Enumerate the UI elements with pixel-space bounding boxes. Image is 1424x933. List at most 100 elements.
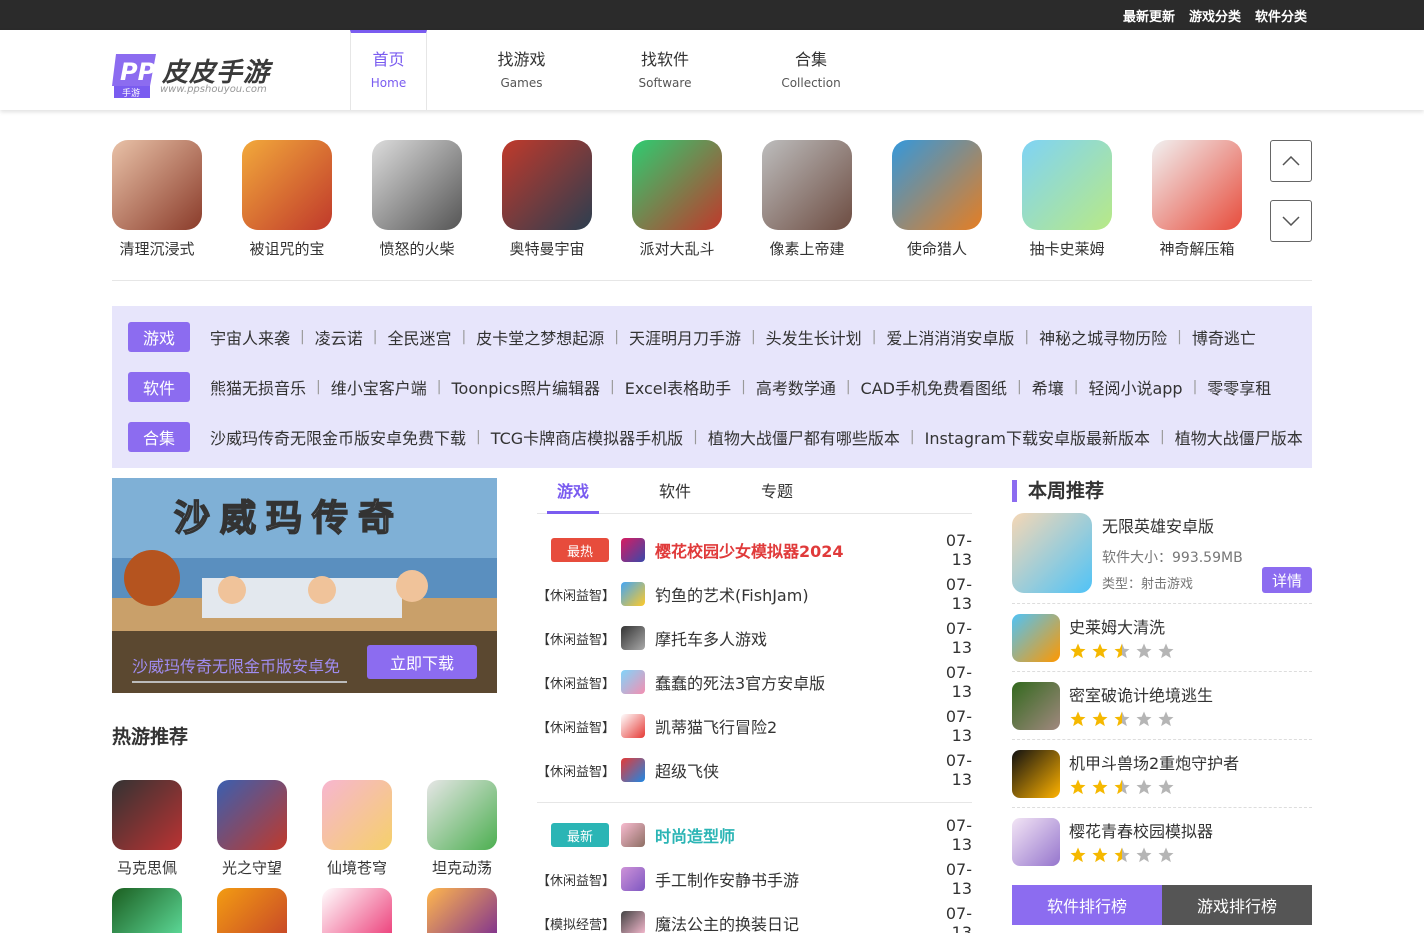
app-icon bbox=[112, 140, 202, 230]
tag-link[interactable]: 博奇逃亡 bbox=[1192, 325, 1256, 349]
tag-link[interactable]: 沙威玛传奇无限金币版安卓免费下载 bbox=[210, 425, 466, 449]
site-logo[interactable]: PP 手游 皮皮手游 www.ppshouyou.com bbox=[112, 52, 282, 100]
tag-link[interactable]: Instagram下载安卓版最新版本 bbox=[925, 425, 1150, 449]
tag-link[interactable]: 植物大战僵尸都有哪些版本 bbox=[708, 425, 900, 449]
tag-link[interactable]: 零零享租 bbox=[1207, 375, 1271, 399]
tag-link[interactable]: 维小宝客户端 bbox=[331, 375, 427, 399]
carousel-item[interactable]: 使命猎人 bbox=[892, 140, 982, 259]
nav-games-label: 找游戏 bbox=[497, 50, 546, 69]
list-item[interactable]: 【模拟经营】 魔法公主的换装日记 07-13 bbox=[537, 904, 972, 933]
hot-item[interactable] bbox=[322, 888, 392, 933]
tag-link[interactable]: 爱上消消消安卓版 bbox=[886, 325, 1014, 349]
carousel-item[interactable]: 抽卡史莱姆 bbox=[1022, 140, 1112, 259]
hot-item[interactable] bbox=[217, 888, 287, 933]
tag-link[interactable]: Excel表格助手 bbox=[625, 375, 731, 399]
carousel-item[interactable]: 派对大乱斗 bbox=[632, 140, 722, 259]
hot-item[interactable]: 马克思佩 bbox=[112, 780, 182, 878]
star-icon bbox=[1158, 847, 1174, 863]
nav-software-sub: Software bbox=[638, 76, 692, 90]
app-icon bbox=[1022, 140, 1112, 230]
tab-games[interactable]: 游戏 bbox=[546, 478, 600, 514]
list-item[interactable]: 最新 时尚造型师 07-13 bbox=[537, 816, 972, 854]
download-button[interactable]: 立即下载 bbox=[367, 645, 477, 679]
list-item[interactable]: 【休闲益智】 凯蒂猫飞行冒险2 07-13 bbox=[537, 707, 972, 745]
carousel-down-button[interactable] bbox=[1270, 200, 1312, 242]
carousel-item[interactable]: 清理沉浸式 bbox=[112, 140, 202, 259]
tag-link[interactable]: 凌云诺 bbox=[315, 325, 363, 349]
app-label: 清理沉浸式 bbox=[119, 240, 195, 258]
list-item[interactable]: 【休闲益智】 摩托车多人游戏 07-13 bbox=[537, 619, 972, 657]
tag-link[interactable]: 希壤 bbox=[1032, 375, 1064, 399]
link-game-categories[interactable]: 游戏分类 bbox=[1189, 6, 1241, 25]
app-label: 被诅咒的宝 bbox=[249, 240, 325, 258]
tag-link[interactable]: 皮卡堂之梦想起源 bbox=[476, 325, 604, 349]
detail-button[interactable]: 详情 bbox=[1262, 567, 1312, 593]
top-links: 最新更新 游戏分类 软件分类 bbox=[1123, 0, 1307, 30]
tag-link[interactable]: 植物大战僵尸版本 bbox=[1175, 425, 1303, 449]
tag-link[interactable]: TCG卡牌商店模拟器手机版 bbox=[491, 425, 683, 449]
tag-link[interactable]: 天涯明月刀手游 bbox=[629, 325, 741, 349]
tag-link[interactable]: 头发生长计划 bbox=[766, 325, 862, 349]
rec-item[interactable]: 机甲斗兽场2重炮守护者 bbox=[1012, 739, 1312, 807]
tab-software-ranking[interactable]: 软件排行榜 bbox=[1012, 885, 1162, 925]
app-icon bbox=[427, 780, 497, 850]
carousel-up-button[interactable] bbox=[1270, 140, 1312, 182]
tab-topics[interactable]: 专题 bbox=[761, 478, 793, 502]
list-item[interactable]: 【休闲益智】 蠢蠢的死法3官方安卓版 07-13 bbox=[537, 663, 972, 701]
list-item[interactable]: 最热 樱花校园少女模拟器2024 07-13 bbox=[537, 531, 972, 569]
rec-name: 樱花青春校园模拟器 bbox=[1069, 822, 1214, 841]
nav-games-sub: Games bbox=[500, 76, 543, 90]
hot-item[interactable]: 光之守望 bbox=[217, 780, 287, 878]
star-icon bbox=[1092, 847, 1108, 863]
app-icon bbox=[892, 140, 982, 230]
tag-link[interactable]: 全民迷宫 bbox=[387, 325, 451, 349]
app-icon bbox=[112, 888, 182, 933]
tag-link[interactable]: CAD手机免费看图纸 bbox=[861, 375, 1007, 399]
item-category: 【休闲益智】 bbox=[537, 720, 616, 736]
carousel-item[interactable]: 奥特曼宇宙 bbox=[502, 140, 592, 259]
rec-item[interactable]: 史莱姆大清洗 bbox=[1012, 603, 1312, 671]
tag-badge-software[interactable]: 软件 bbox=[128, 372, 190, 402]
item-date: 07-13 bbox=[945, 751, 972, 789]
tag-link[interactable]: Toonpics照片编辑器 bbox=[451, 375, 600, 399]
svg-text:手游: 手游 bbox=[122, 87, 140, 98]
tab-game-ranking[interactable]: 游戏排行榜 bbox=[1162, 885, 1312, 925]
carousel-item[interactable]: 愤怒的火柴 bbox=[372, 140, 462, 259]
promo-banner[interactable]: 沙威玛传奇 沙威玛传奇无限金币版安卓免 立即下载 bbox=[112, 478, 497, 693]
list-item[interactable]: 【休闲益智】 钓鱼的艺术(FishJam) 07-13 bbox=[537, 575, 972, 613]
star-rating bbox=[1069, 642, 1175, 660]
featured-name: 无限英雄安卓版 bbox=[1102, 517, 1215, 536]
tag-link[interactable]: 轻阅小说app bbox=[1088, 375, 1182, 399]
app-icon bbox=[1012, 513, 1092, 593]
carousel-item[interactable]: 神奇解压箱 bbox=[1152, 140, 1242, 259]
hot-item[interactable]: 坦克动荡 bbox=[427, 780, 497, 878]
tag-link[interactable]: 高考数学通 bbox=[756, 375, 836, 399]
tab-software[interactable]: 软件 bbox=[659, 478, 691, 502]
tag-badge-collections[interactable]: 合集 bbox=[128, 422, 190, 452]
list-item[interactable]: 【休闲益智】 手工制作安静书手游 07-13 bbox=[537, 860, 972, 898]
nav-software[interactable]: 找软件 Software bbox=[624, 30, 706, 110]
star-icon bbox=[1092, 711, 1108, 727]
star-icon bbox=[1092, 779, 1108, 795]
hot-item[interactable] bbox=[427, 888, 497, 933]
nav-games[interactable]: 找游戏 Games bbox=[483, 30, 560, 110]
star-icon bbox=[1158, 711, 1174, 727]
featured-app[interactable]: 无限英雄安卓版 软件大小：993.59MB 类型：射击游戏 详情 bbox=[1012, 513, 1312, 607]
banner-caption[interactable]: 沙威玛传奇无限金币版安卓免 bbox=[132, 653, 347, 677]
tag-link[interactable]: 神秘之城寻物历险 bbox=[1039, 325, 1167, 349]
nav-home[interactable]: 首页 Home bbox=[350, 30, 427, 110]
hot-item[interactable]: 仙境苍穹 bbox=[322, 780, 392, 878]
nav-collection[interactable]: 合集 Collection bbox=[770, 30, 852, 110]
rec-item[interactable]: 樱花青春校园模拟器 bbox=[1012, 807, 1312, 875]
carousel-item[interactable]: 被诅咒的宝 bbox=[242, 140, 332, 259]
link-latest[interactable]: 最新更新 bbox=[1123, 6, 1175, 25]
star-icon bbox=[1136, 643, 1152, 659]
tag-link[interactable]: 宇宙人来袭 bbox=[210, 325, 290, 349]
hot-item[interactable] bbox=[112, 888, 182, 933]
tag-link[interactable]: 熊猫无损音乐 bbox=[210, 375, 306, 399]
carousel-item[interactable]: 像素上帝建 bbox=[762, 140, 852, 259]
list-item[interactable]: 【休闲益智】 超级飞侠 07-13 bbox=[537, 751, 972, 789]
rec-item[interactable]: 密室破诡计绝境逃生 bbox=[1012, 671, 1312, 739]
link-software-categories[interactable]: 软件分类 bbox=[1255, 6, 1307, 25]
tag-badge-games[interactable]: 游戏 bbox=[128, 322, 190, 352]
